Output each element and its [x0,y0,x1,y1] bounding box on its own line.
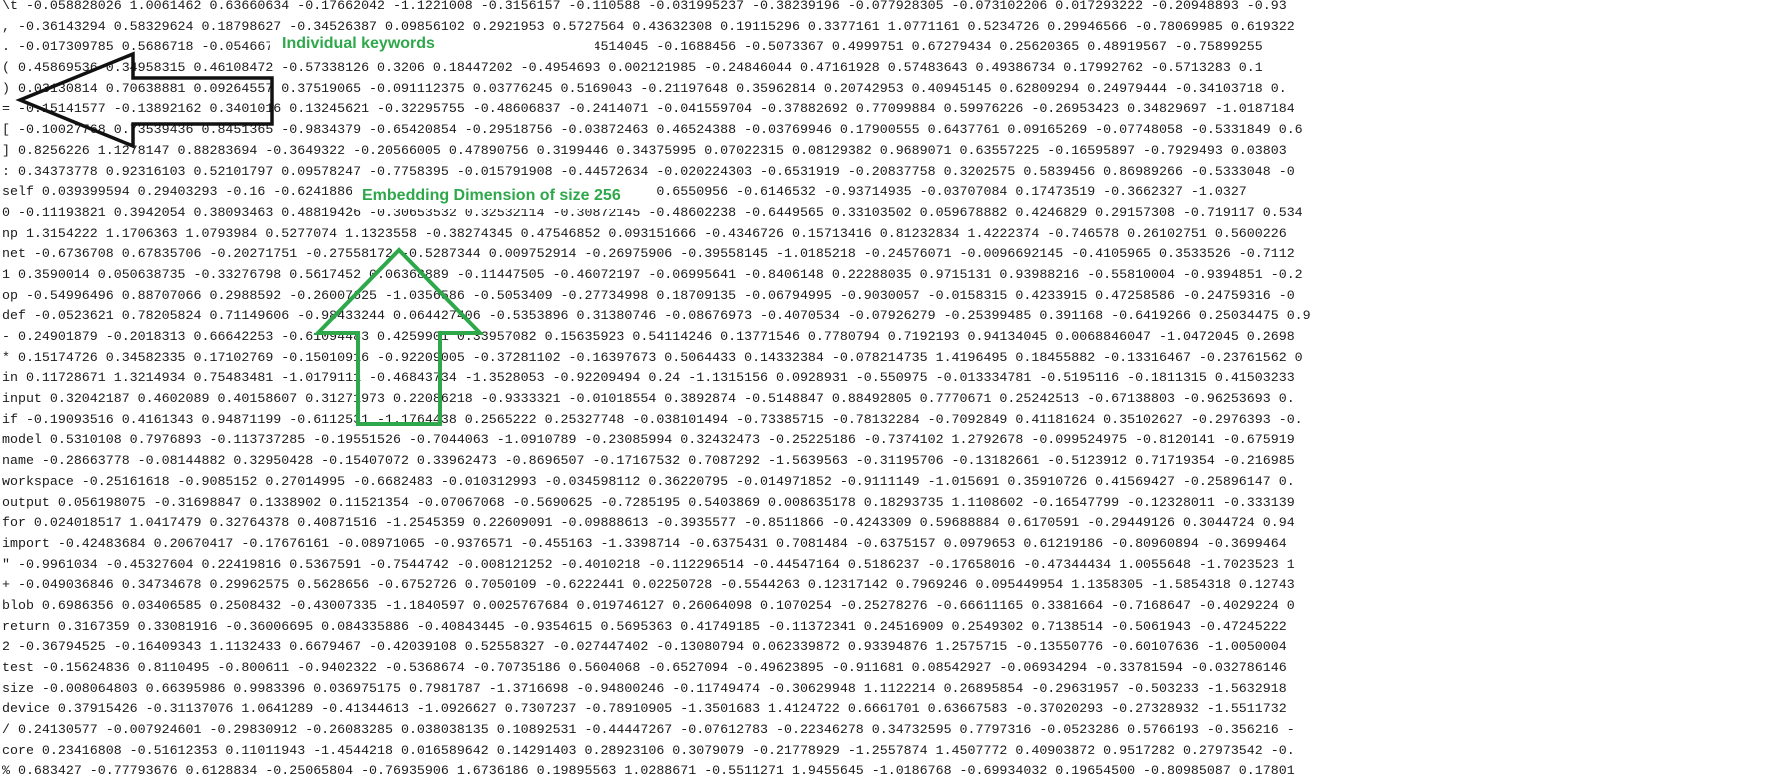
embedding-dimension-label: Embedding Dimension of size 256 [362,187,621,204]
up-arrow-icon [313,247,485,426]
left-arrow-icon [15,51,274,149]
annotation-overlay [15,32,654,426]
individual-keywords-label: Individual keywords [282,35,435,52]
